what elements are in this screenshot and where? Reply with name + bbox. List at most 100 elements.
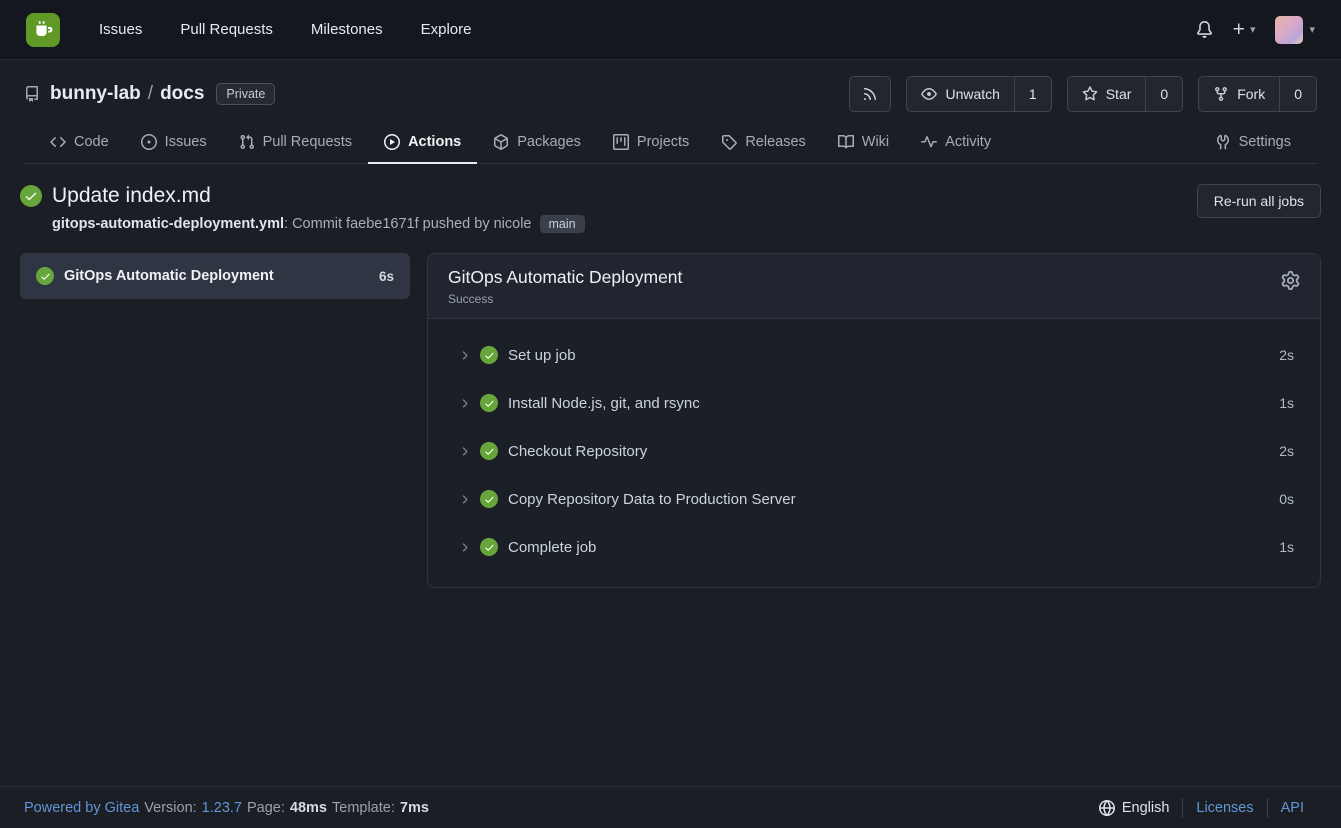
job-item[interactable]: GitOps Automatic Deployment 6s <box>20 253 410 299</box>
tab-pull-requests[interactable]: Pull Requests <box>223 122 368 164</box>
fork-label: Fork <box>1237 86 1265 102</box>
tab-label: Wiki <box>862 134 889 150</box>
step-row-complete[interactable]: Complete job 1s <box>428 523 1320 571</box>
step-duration: 1s <box>1279 539 1294 555</box>
job-success-icon <box>36 267 54 285</box>
avatar <box>1275 16 1303 44</box>
tab-label: Actions <box>408 134 461 150</box>
step-row-setup[interactable]: Set up job 2s <box>428 331 1320 379</box>
step-success-icon <box>480 538 498 556</box>
template-label: Template: <box>332 800 395 816</box>
step-duration: 2s <box>1279 347 1294 363</box>
run-title: Update index.md <box>52 184 211 208</box>
nav-milestones[interactable]: Milestones <box>292 0 402 60</box>
run-subtitle: gitops-automatic-deployment.yml: Commit … <box>52 215 585 233</box>
tag-icon <box>721 134 737 150</box>
step-name: Set up job <box>508 347 576 364</box>
breadcrumb-separator: / <box>148 83 153 105</box>
project-icon <box>613 134 629 150</box>
forks-count[interactable]: 0 <box>1279 77 1316 111</box>
step-success-icon <box>480 490 498 508</box>
gitea-logo[interactable] <box>26 13 60 47</box>
check-icon <box>24 189 38 203</box>
rss-icon <box>862 86 878 102</box>
language-label: English <box>1122 800 1170 816</box>
tab-actions[interactable]: Actions <box>368 122 477 164</box>
footer-right: English Licenses API <box>1099 798 1317 818</box>
run-success-icon <box>20 185 42 207</box>
job-status-text: Success <box>448 292 682 306</box>
api-link[interactable]: API <box>1267 798 1317 818</box>
run-body: GitOps Automatic Deployment 6s GitOps Au… <box>20 253 1321 588</box>
stars-count[interactable]: 0 <box>1145 77 1182 111</box>
star-icon <box>1082 86 1098 102</box>
licenses-link[interactable]: Licenses <box>1182 798 1266 818</box>
tab-issues[interactable]: Issues <box>125 122 223 164</box>
tab-label: Projects <box>637 134 689 150</box>
fork-button[interactable]: Fork <box>1199 77 1279 111</box>
job-detail-title-block: GitOps Automatic Deployment Success <box>448 267 682 306</box>
tab-label: Releases <box>745 134 805 150</box>
tab-releases[interactable]: Releases <box>705 122 821 164</box>
gear-icon <box>1281 271 1300 290</box>
step-row-install[interactable]: Install Node.js, git, and rsync 1s <box>428 379 1320 427</box>
nav-pull-requests[interactable]: Pull Requests <box>161 0 292 60</box>
tab-label: Issues <box>165 134 207 150</box>
user-menu[interactable]: ▾ <box>1275 16 1315 44</box>
steps-list: Set up job 2s Install Node.js, git, and … <box>428 319 1320 587</box>
version-label: Version: <box>144 800 196 816</box>
nav-explore[interactable]: Explore <box>402 0 491 60</box>
step-name: Complete job <box>508 539 596 556</box>
step-row-copy[interactable]: Copy Repository Data to Production Serve… <box>428 475 1320 523</box>
globe-icon <box>1099 800 1115 816</box>
repo-name-link[interactable]: docs <box>160 83 204 105</box>
main-nav: Issues Pull Requests Milestones Explore <box>80 0 490 60</box>
gitea-cup-icon <box>31 18 55 42</box>
chevron-right-icon <box>458 493 471 506</box>
step-success-icon <box>480 394 498 412</box>
fork-icon <box>1213 86 1229 102</box>
template-time: 7ms <box>400 800 429 816</box>
branch-badge[interactable]: main <box>540 215 585 233</box>
code-icon <box>50 134 66 150</box>
issue-icon <box>141 134 157 150</box>
fork-button-group: Fork 0 <box>1198 76 1317 112</box>
tab-label: Activity <box>945 134 991 150</box>
create-new-button[interactable]: + ▾ <box>1233 19 1256 40</box>
tab-wiki[interactable]: Wiki <box>822 122 905 164</box>
check-icon <box>40 271 51 282</box>
step-duration: 0s <box>1279 491 1294 507</box>
star-button-group: Star 0 <box>1067 76 1183 112</box>
powered-by-gitea-link[interactable]: Powered by Gitea <box>24 800 139 816</box>
tab-settings[interactable]: Settings <box>1199 122 1307 164</box>
notifications-button[interactable] <box>1196 21 1213 38</box>
run-title-block: Update index.md gitops-automatic-deploym… <box>20 184 585 233</box>
repo-owner-link[interactable]: bunny-lab <box>50 83 141 105</box>
workflow-file-link[interactable]: gitops-automatic-deployment.yml <box>52 216 284 232</box>
rerun-all-jobs-button[interactable]: Re-run all jobs <box>1197 184 1321 218</box>
version-link[interactable]: 1.23.7 <box>202 800 242 816</box>
star-button[interactable]: Star <box>1068 77 1146 111</box>
visibility-badge: Private <box>216 83 275 105</box>
unwatch-button[interactable]: Unwatch <box>907 77 1013 111</box>
tab-projects[interactable]: Projects <box>597 122 705 164</box>
language-selector[interactable]: English <box>1099 800 1183 816</box>
step-row-checkout[interactable]: Checkout Repository 2s <box>428 427 1320 475</box>
nav-issues[interactable]: Issues <box>80 0 161 60</box>
actions-run-page: Update index.md gitops-automatic-deploym… <box>0 164 1341 786</box>
tab-label: Code <box>74 134 109 150</box>
step-success-icon <box>480 346 498 364</box>
tools-icon <box>1215 134 1231 150</box>
tab-label: Packages <box>517 134 581 150</box>
footer: Powered by Gitea Version: 1.23.7 Page: 4… <box>0 786 1341 828</box>
rss-feed-button[interactable] <box>849 76 891 112</box>
chevron-right-icon <box>458 541 471 554</box>
watchers-count[interactable]: 1 <box>1014 77 1051 111</box>
play-circle-icon <box>384 134 400 150</box>
tab-activity[interactable]: Activity <box>905 122 1007 164</box>
unwatch-label: Unwatch <box>945 86 999 102</box>
tab-packages[interactable]: Packages <box>477 122 597 164</box>
tab-code[interactable]: Code <box>34 122 125 164</box>
job-options-button[interactable] <box>1281 271 1300 290</box>
package-icon <box>493 134 509 150</box>
